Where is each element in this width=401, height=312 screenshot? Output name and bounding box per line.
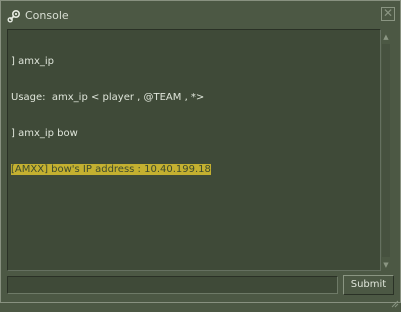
console-window: Console ✕ ] amx_ip Usage: amx_ip < playe… [0,0,401,308]
scroll-track[interactable] [382,44,390,257]
console-line-highlighted: [AMXX] bow's IP address : 10.40.199.18 [11,164,211,175]
title-bar[interactable]: Console ✕ [1,1,400,29]
window-title: Console [25,9,69,22]
console-line: ] amx_ip [11,56,54,67]
console-line: ] amx_ip bow [11,128,78,139]
close-icon: ✕ [382,6,394,20]
steam-logo-icon [7,8,21,23]
console-lines: ] amx_ip Usage: amx_ip < player , @TEAM … [11,32,211,200]
resize-grip-icon[interactable] [391,293,399,308]
scroll-down-arrow-icon[interactable]: ▼ [380,259,392,271]
submit-button[interactable]: Submit [343,275,394,295]
scroll-up-arrow-icon[interactable]: ▲ [380,31,392,43]
close-button[interactable]: ✕ [381,7,395,21]
console-output[interactable]: ] amx_ip Usage: amx_ip < player , @TEAM … [7,29,381,271]
output-scrollbar[interactable]: ▲ ▼ [380,29,392,271]
console-line: Usage: amx_ip < player , @TEAM , *> [11,92,205,103]
command-input[interactable] [7,276,338,294]
